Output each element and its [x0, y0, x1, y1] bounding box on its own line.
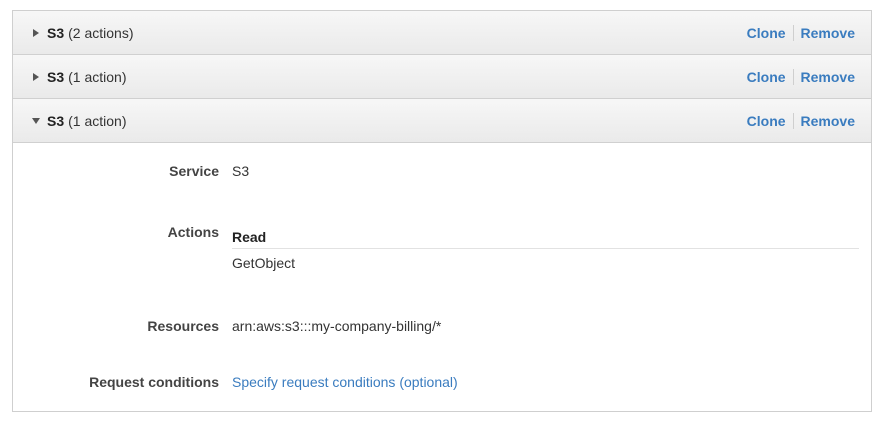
- statement-header-actions: Clone Remove: [747, 11, 855, 54]
- policy-statements-panel: S3 (2 actions) Clone Remove S3 (1 action…: [12, 10, 872, 412]
- clone-link[interactable]: Clone: [747, 69, 786, 85]
- statement-service-name: S3: [47, 68, 65, 85]
- statement-header-actions: Clone Remove: [747, 55, 855, 98]
- statement-header-2[interactable]: S3 (1 action) Clone Remove: [13, 55, 871, 99]
- remove-link[interactable]: Remove: [801, 113, 855, 129]
- caret-right-icon[interactable]: [27, 72, 45, 82]
- request-conditions-label: Request conditions: [89, 374, 219, 390]
- resources-value: arn:aws:s3:::my-company-billing/*: [232, 318, 442, 334]
- statement-details: Service S3 Actions Read GetObject Resour…: [13, 143, 871, 411]
- statement-action-count: (2 actions): [68, 24, 134, 41]
- statement-action-count: (1 action): [68, 112, 127, 129]
- specify-conditions-link[interactable]: Specify request conditions (optional): [232, 374, 458, 390]
- actions-value: GetObject: [232, 255, 296, 271]
- divider: [792, 68, 794, 85]
- statement-header-actions: Clone Remove: [747, 99, 855, 142]
- service-value: S3: [232, 163, 250, 179]
- divider: [792, 24, 794, 41]
- statement-service-name: S3: [47, 24, 65, 41]
- divider: [792, 112, 794, 129]
- statement-header-1[interactable]: S3 (2 actions) Clone Remove: [13, 11, 871, 55]
- service-label: Service: [169, 163, 219, 179]
- actions-access-level-heading: Read: [232, 229, 859, 249]
- clone-link[interactable]: Clone: [747, 113, 786, 129]
- statement-service-name: S3: [47, 112, 65, 129]
- clone-link[interactable]: Clone: [747, 25, 786, 41]
- statement-header-3[interactable]: S3 (1 action) Clone Remove: [13, 99, 871, 143]
- statement-action-count: (1 action): [68, 68, 127, 85]
- caret-right-icon[interactable]: [27, 28, 45, 38]
- resources-label: Resources: [147, 318, 219, 334]
- caret-down-icon[interactable]: [27, 117, 45, 125]
- remove-link[interactable]: Remove: [801, 69, 855, 85]
- actions-label: Actions: [167, 224, 219, 240]
- remove-link[interactable]: Remove: [801, 25, 855, 41]
